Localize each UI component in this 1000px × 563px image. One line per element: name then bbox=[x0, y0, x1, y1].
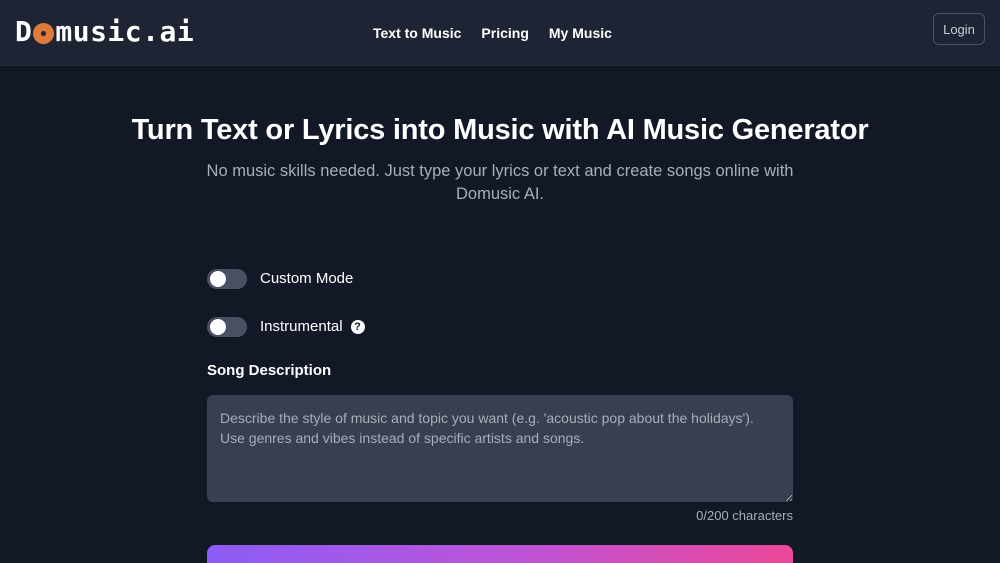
nav-my-music[interactable]: My Music bbox=[549, 24, 612, 42]
custom-mode-label: Custom Mode bbox=[260, 270, 354, 287]
instrumental-toggle[interactable] bbox=[207, 317, 247, 337]
toggle-knob bbox=[210, 271, 226, 287]
song-description-input[interactable] bbox=[207, 395, 793, 502]
custom-mode-row: Custom Mode bbox=[207, 269, 353, 289]
toggle-knob bbox=[210, 319, 226, 335]
generate-button[interactable] bbox=[207, 545, 793, 563]
question-circle-icon[interactable]: ? bbox=[350, 320, 365, 334]
main-nav: Text to Music Pricing My Music bbox=[373, 24, 612, 42]
instrumental-label: Instrumental bbox=[260, 318, 343, 335]
nav-text-to-music[interactable]: Text to Music bbox=[373, 24, 461, 42]
character-counter: 0/200 characters bbox=[696, 508, 793, 523]
logo-prefix: D bbox=[15, 15, 33, 48]
page-subtitle: No music skills needed. Just type your l… bbox=[206, 162, 794, 203]
login-button[interactable]: Login bbox=[933, 13, 985, 45]
logo-suffix: music.ai bbox=[55, 15, 195, 48]
site-logo[interactable]: Dmusic.ai bbox=[15, 14, 194, 50]
song-description-label: Song Description bbox=[207, 362, 332, 379]
instrumental-row: Instrumental ? bbox=[207, 317, 365, 337]
vinyl-disc-icon bbox=[33, 23, 55, 44]
nav-pricing[interactable]: Pricing bbox=[481, 24, 528, 42]
top-header: Dmusic.ai Text to Music Pricing My Music… bbox=[0, 0, 1000, 66]
custom-mode-toggle[interactable] bbox=[207, 269, 247, 289]
page-title: Turn Text or Lyrics into Music with AI M… bbox=[131, 114, 869, 146]
